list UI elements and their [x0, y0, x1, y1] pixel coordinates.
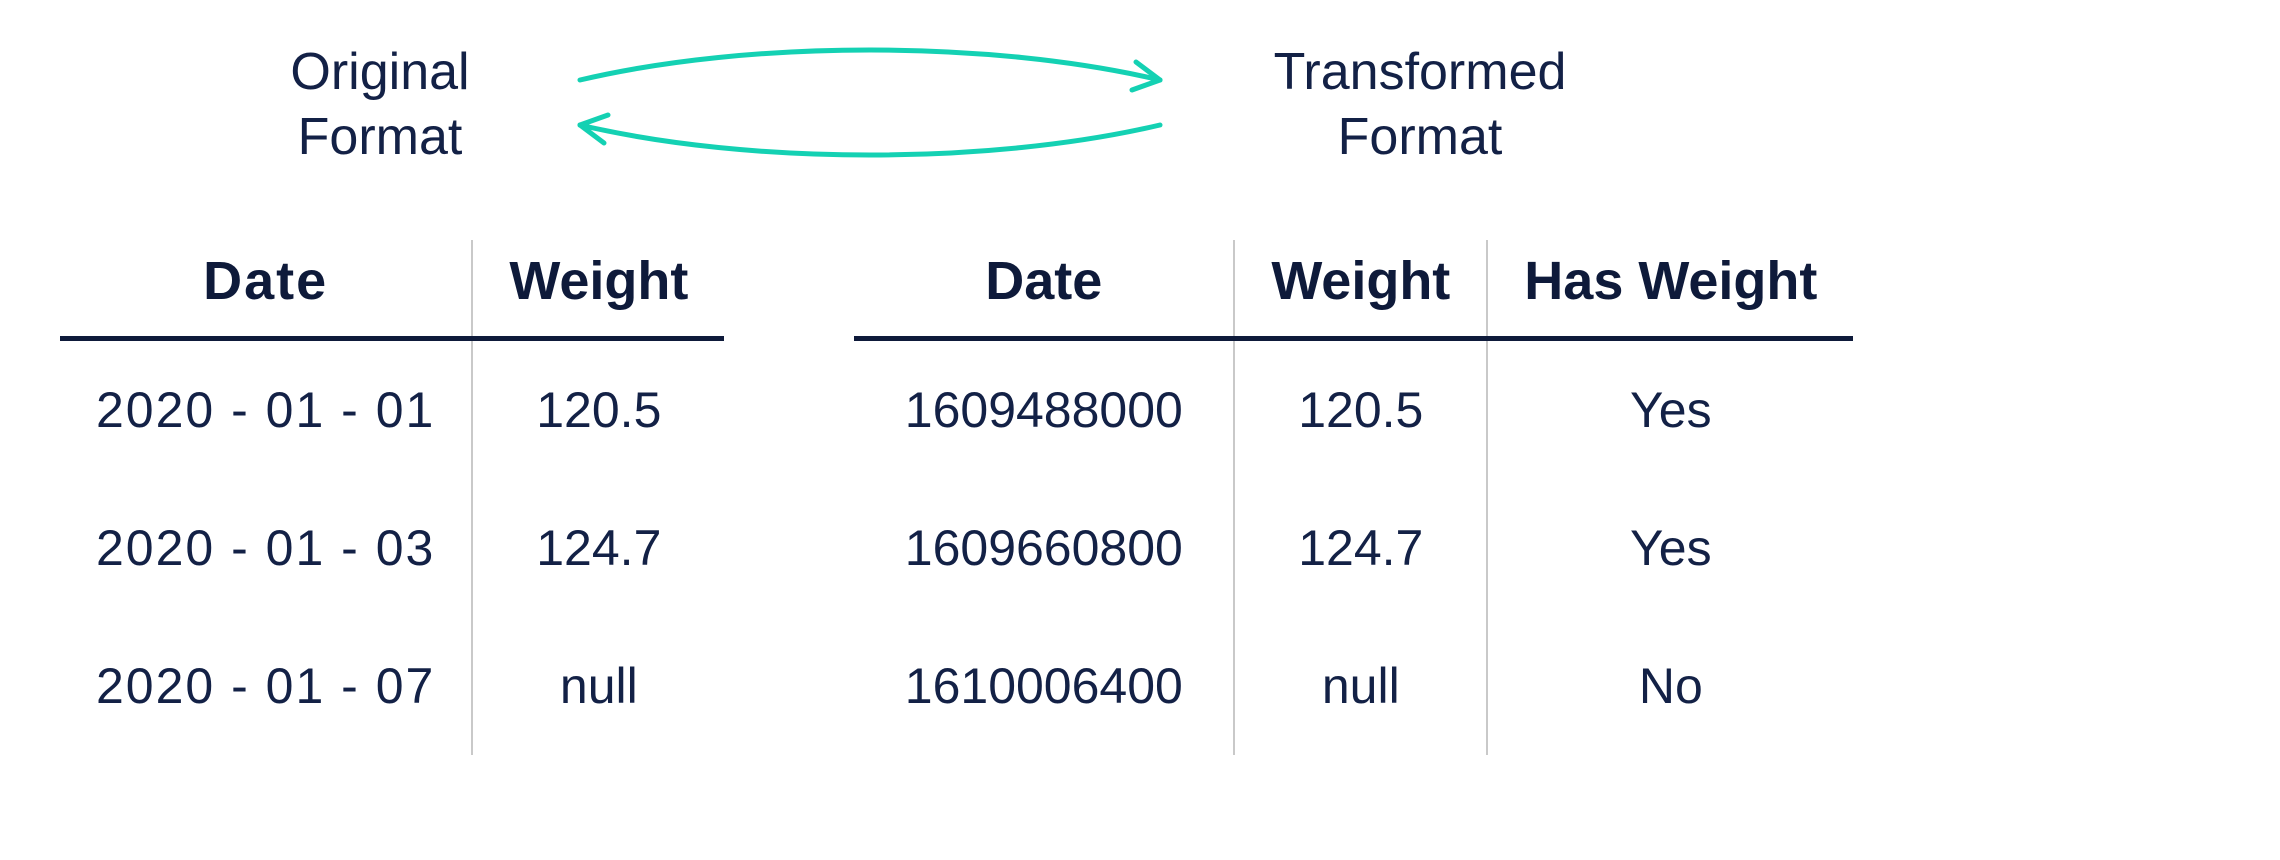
header-labels: Original Format Transformed Format: [0, 20, 2280, 220]
table-row: 1609660800 124.7 Yes: [854, 479, 1853, 617]
original-cell-weight: 124.7: [472, 479, 724, 617]
original-header-date: Date: [60, 240, 472, 339]
original-line2: Format: [298, 108, 463, 166]
bidirectional-arrow-icon: [550, 30, 1190, 190]
transformed-table: Date Weight Has Weight 1609488000 120.5 …: [854, 240, 1853, 755]
transformed-header-weight: Weight: [1234, 240, 1487, 339]
transformed-cell-hasweight: Yes: [1487, 339, 1853, 480]
transformed-cell-weight: 124.7: [1234, 479, 1487, 617]
transformed-header-row: Date Weight Has Weight: [854, 240, 1853, 339]
transformed-format-label: Transformed Format: [1210, 40, 1630, 170]
table-row: 2020 - 01 - 01 120.5: [60, 339, 724, 480]
original-header-row: Date Weight: [60, 240, 724, 339]
original-table: Date Weight 2020 - 01 - 01 120.5 2020 - …: [60, 240, 724, 755]
original-header-weight: Weight: [472, 240, 724, 339]
transformed-cell-date: 1609660800: [854, 479, 1234, 617]
transformed-header-hasweight: Has Weight: [1487, 240, 1853, 339]
transformed-line1: Transformed: [1274, 43, 1567, 101]
original-format-label: Original Format: [230, 40, 530, 170]
transformed-cell-date: 1610006400: [854, 617, 1234, 755]
original-cell-date: 2020 - 01 - 01: [60, 339, 472, 480]
original-cell-weight: 120.5: [472, 339, 724, 480]
original-cell-date: 2020 - 01 - 03: [60, 479, 472, 617]
transformed-cell-weight: 120.5: [1234, 339, 1487, 480]
table-row: 1609488000 120.5 Yes: [854, 339, 1853, 480]
transformed-header-date: Date: [854, 240, 1234, 339]
transformed-cell-hasweight: No: [1487, 617, 1853, 755]
transformed-cell-date: 1609488000: [854, 339, 1234, 480]
table-row: 2020 - 01 - 03 124.7: [60, 479, 724, 617]
transformed-cell-weight: null: [1234, 617, 1487, 755]
diagram-canvas: Original Format Transformed Format: [0, 0, 2280, 860]
original-cell-weight: null: [472, 617, 724, 755]
original-line1: Original: [290, 43, 469, 101]
transformed-cell-hasweight: Yes: [1487, 479, 1853, 617]
original-cell-date: 2020 - 01 - 07: [60, 617, 472, 755]
table-row: 1610006400 null No: [854, 617, 1853, 755]
transformed-line2: Format: [1338, 108, 1503, 166]
table-row: 2020 - 01 - 07 null: [60, 617, 724, 755]
tables-row: Date Weight 2020 - 01 - 01 120.5 2020 - …: [60, 240, 1853, 755]
